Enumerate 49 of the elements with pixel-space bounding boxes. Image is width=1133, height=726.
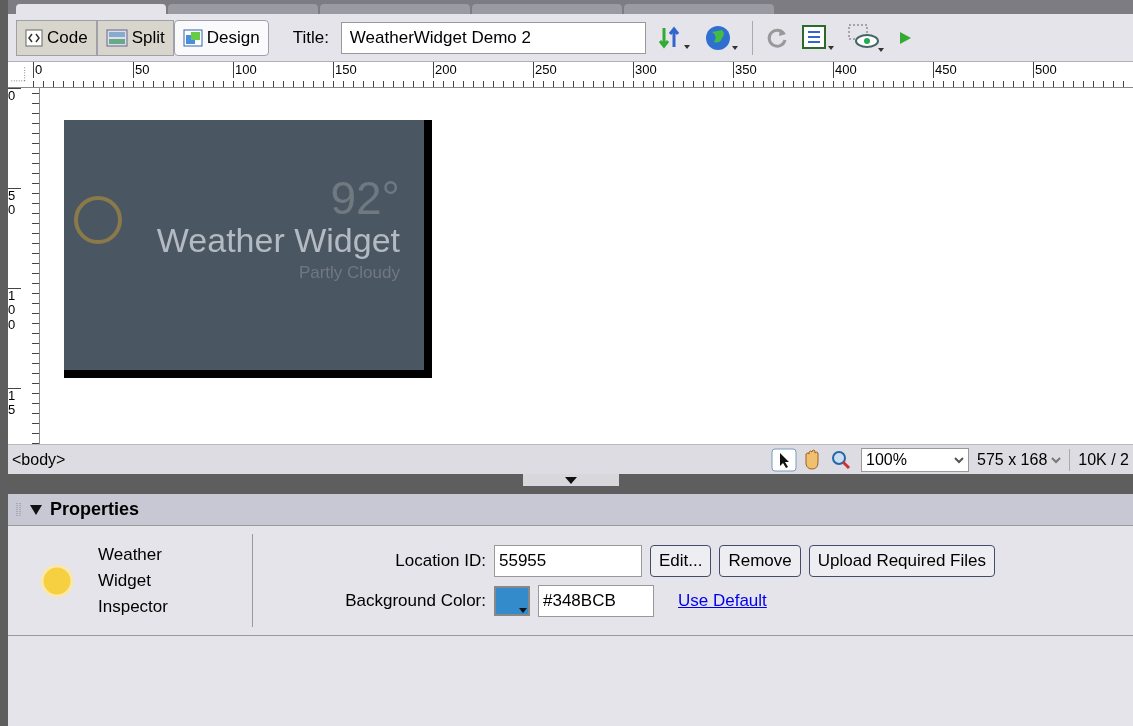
eye-icon[interactable] <box>846 22 885 53</box>
location-id-field[interactable]: 55955 <box>494 544 642 577</box>
view-button[interactable]: Split <box>96 19 174 56</box>
download-size-text: 10K / 2 <box>1078 449 1130 470</box>
ruler-label: 400 <box>833 62 933 78</box>
caret-icon <box>1051 455 1062 464</box>
caret-icon <box>954 455 964 464</box>
widget-title: Weather Widget <box>156 220 400 260</box>
panel-button[interactable]: Edit... <box>650 544 712 577</box>
collapse-arrow-icon <box>564 476 577 484</box>
pointer-tool-icon[interactable] <box>771 447 797 472</box>
view-button[interactable]: Design <box>173 19 269 56</box>
ruler-label: 350 <box>733 62 833 78</box>
use-default-link[interactable]: Use Default <box>678 587 767 614</box>
background-color-label: Background Color: <box>344 589 486 612</box>
grip-icon <box>16 501 22 518</box>
panel-collapse-handle[interactable] <box>522 474 619 486</box>
title-field[interactable]: WeatherWidget Demo 2 <box>340 21 646 54</box>
ruler-label: 100 <box>233 62 333 78</box>
ruler-label: 100 <box>8 288 21 388</box>
list-icon[interactable] <box>800 23 835 52</box>
ruler-label: 50 <box>133 62 233 78</box>
window-size-dropdown[interactable]: 575 x 168 <box>977 447 1048 472</box>
title-label: Title: <box>292 26 329 49</box>
design-view-icon <box>182 28 203 47</box>
properties-header[interactable]: Properties <box>8 494 1133 526</box>
ruler-label: 50 <box>8 188 21 288</box>
ruler-label: 500 <box>1033 62 1133 78</box>
zoom-dropdown[interactable]: 100% <box>861 447 969 472</box>
color-hex-field[interactable]: #348BCB <box>538 584 654 617</box>
arrows-icon[interactable] <box>657 24 692 51</box>
panel-button[interactable]: Upload Required Files <box>808 544 995 577</box>
ruler-label: 200 <box>433 62 533 78</box>
ruler-label: 150 <box>333 62 433 78</box>
ruler-label: 250 <box>533 62 633 78</box>
caret-icon <box>519 607 527 613</box>
ruler-label: 450 <box>933 62 1033 78</box>
color-swatch-button[interactable] <box>494 585 530 616</box>
split-view-icon <box>105 28 128 47</box>
panel-button[interactable]: Remove <box>719 544 801 577</box>
location-id-label: Location ID: <box>394 549 486 572</box>
ruler-label: 0 <box>8 88 21 188</box>
ruler-label: 300 <box>633 62 733 78</box>
ruler-label: 0 <box>33 62 133 78</box>
inspector-name: Weather Widget Inspector <box>98 543 169 618</box>
globe-icon[interactable] <box>703 23 740 52</box>
view-button[interactable]: Code <box>16 19 97 56</box>
code-icon <box>25 28 43 47</box>
panel-title: Properties <box>50 498 140 521</box>
